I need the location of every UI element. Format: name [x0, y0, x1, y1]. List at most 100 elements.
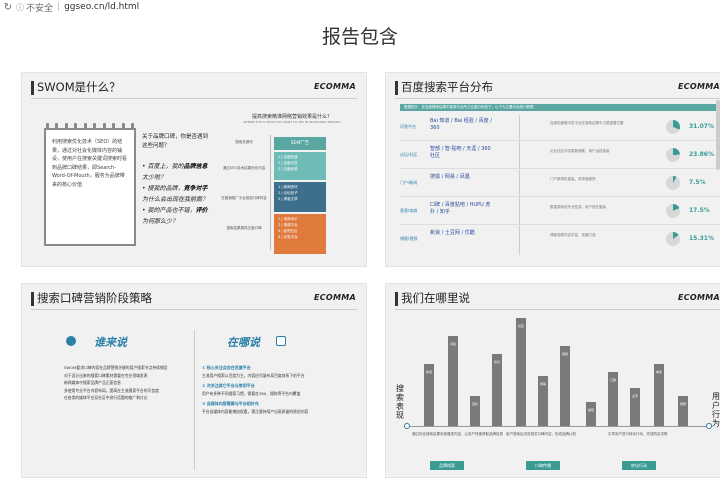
- diagram-header: SEM广告: [274, 137, 326, 150]
- question-text: 关于品牌口碑，你是否遇到这些问题？: [142, 134, 209, 149]
- where-list: ① 核心关注点应在百度平台 主流用户搜索以百度为主，内容应尽量布局百度体系下的平…: [202, 364, 322, 415]
- row-brands: Bai 知道 / Bai 经验 / 百度 / 360: [430, 118, 492, 131]
- row-percent: 31.07%: [689, 123, 714, 130]
- where-point-body: 用户有多种不同搜索习惯，需要在360、搜狗等平台内覆盖: [202, 390, 301, 396]
- stage-button[interactable]: 转化行动: [622, 461, 656, 470]
- brand-logo: ECOMMA: [313, 82, 356, 91]
- diagram-block: 1 | 新闻资讯 2 | 论坛帖子 3 | 博客文章: [274, 182, 326, 212]
- header-bar: [395, 292, 398, 306]
- pie-icon: [666, 120, 680, 134]
- row-percent: 17.5%: [689, 207, 710, 214]
- insecure-label[interactable]: 不安全: [26, 1, 53, 14]
- right-axis-label: 用户行为: [712, 392, 720, 428]
- diagram-label: 搜索结果展现正面口碑: [226, 226, 262, 230]
- intro-banner: 根据统计，在百度搜索结果中各类平台所占比重分布如下，以下为主要平台统计数据: [400, 104, 720, 111]
- slide-header: 搜索口碑营销阶段策略 ECOMMA: [22, 284, 366, 312]
- platform-row: 论坛/社区 智部 / 智·贴吧 / 天涯 / 360社区 论坛社区内容更新频繁，…: [400, 143, 720, 169]
- stage-button[interactable]: 品牌搜索: [430, 461, 464, 470]
- brand-logo: ECOMMA: [677, 82, 720, 91]
- pie-icon: [666, 176, 680, 190]
- row-label: 问答平台: [400, 124, 416, 129]
- header-bar: [31, 292, 34, 306]
- row-label: 博客/视频: [400, 236, 418, 241]
- brand-logo: ECOMMA: [313, 293, 356, 302]
- row-desc: 门户新闻权重高，收录速度快: [550, 177, 596, 181]
- bar: 电商: [654, 364, 664, 426]
- bar: 新闻: [424, 364, 434, 426]
- who-line: 在各类的媒体平台及社区中进行话题的推广和讨论: [64, 395, 148, 400]
- who-heading: 谁来说: [94, 336, 127, 349]
- row-percent: 7.5%: [689, 179, 706, 186]
- pie-icon: [666, 148, 680, 162]
- slide-header: 我们在哪里说 ECOMMA: [386, 284, 720, 312]
- diagram-banner: 提高搜索精准网络营销效果是什么？: [251, 114, 332, 120]
- bar: 问答: [448, 336, 458, 426]
- diagram-block: 1 | 电商评价 2 | 视频平台 3 | 贴吧社区 4 | 问答平台: [274, 214, 326, 254]
- row-desc: 垂直类网站专业性强，用户信任度高: [550, 205, 606, 209]
- where-point-head: ③ 自媒体内容需要与平台相补充: [202, 401, 259, 406]
- chart-axis: [408, 426, 708, 427]
- slide-title: 我们在哪里说: [401, 291, 470, 305]
- reload-icon[interactable]: ↻: [2, 2, 14, 13]
- row-brands: 新浪 / 土豆网 / 优酷: [430, 230, 475, 236]
- row-divider: [400, 196, 720, 197]
- header-bar: [395, 81, 398, 95]
- row-label: 垂直/电商: [400, 208, 418, 213]
- row-brands: 口碑 / 百度贴吧 / HUPU 虎扑 / 知乎: [430, 202, 491, 215]
- bar: 口碑: [608, 372, 618, 426]
- stage-button[interactable]: 口碑传播: [526, 461, 560, 470]
- chart-note: 引导用户进行转化行动，完成购买决策: [608, 432, 668, 436]
- slide-title: 百度搜索平台分布: [401, 80, 493, 94]
- row-divider: [400, 168, 720, 169]
- where-heading: 在哪说: [227, 336, 260, 349]
- page-scrollbar[interactable]: [716, 100, 720, 170]
- row-divider: [400, 140, 720, 141]
- who-line: 多使用专业平台内容布局，提高在主流搜索平台的可信度: [64, 387, 159, 393]
- slide-title: 搜索口碑营销阶段策略: [37, 291, 152, 305]
- diagram-label: 通过SEO技术结果优化内容: [222, 166, 266, 170]
- bar: 贴吧: [586, 402, 596, 426]
- row-brands: 搜狐 / 网易 / 凤凰: [430, 174, 470, 180]
- header-rule: [395, 309, 720, 310]
- row-desc: 论坛社区内容更新频繁，用户活跃度高: [550, 149, 610, 153]
- url-text[interactable]: ggseo.cn/ld.html: [64, 2, 139, 12]
- slide-strategy[interactable]: 搜索口碑营销阶段策略 ECOMMA 谁来说 在哪说 SWOM要求口碑内容在品牌营…: [21, 283, 367, 478]
- chart-note: 通过优化搜索结果页面展现内容，让用户快速获取品牌信息: [412, 432, 503, 436]
- slide-header: 百度搜索平台分布 ECOMMA: [386, 73, 720, 101]
- column-divider: [194, 330, 195, 470]
- bar: 论坛: [492, 354, 502, 426]
- brand-logo: ECOMMA: [677, 293, 720, 302]
- slide-baidu-platforms[interactable]: 百度搜索平台分布 ECOMMA 根据统计，在百度搜索结果中各类平台所占比重分布如…: [385, 72, 720, 267]
- slide-where-to-say[interactable]: 我们在哪里说 ECOMMA 搜索表现 用户行为 新闻 问答 百科 论坛 社区 博…: [385, 283, 720, 478]
- row-brands: 智部 / 智·贴吧 / 天涯 / 360社区: [430, 146, 491, 159]
- header-bar: [31, 81, 34, 95]
- diagram-line: [270, 135, 271, 250]
- platform-row: 问答平台 Bai 知道 / Bai 经验 / 百度 / 360 百度知道等问答平…: [400, 115, 720, 141]
- platform-row: 博客/视频 新浪 / 土豆网 / 优酷 博客视频内容丰富，传播力强 15.31%: [400, 227, 720, 253]
- slide-swom[interactable]: SWOM是什么？ ECOMMA 利用搜索优化技术（SEO）的结果，通过对社会化媒…: [21, 72, 367, 267]
- address-bar: ↻ ⓘ 不安全 | ggseo.cn/ld.html: [0, 0, 720, 14]
- notepad-text: 利用搜索优化技术（SEO）的结果，通过对社会化媒体内容的铺设，使用户在搜索关键词…: [44, 128, 136, 246]
- slide-title: SWOM是什么？: [37, 80, 121, 94]
- bar: 视频: [560, 346, 570, 426]
- who-line: 新闻媒体中搜索品牌产品正面信息: [64, 380, 121, 385]
- left-axis-label: 搜索表现: [396, 384, 404, 420]
- pie-icon: [666, 232, 680, 246]
- question-list: • 百度上，我的品牌信息太少啦？ • 搜我的品牌，竞争对手为什么会出现在我前面？…: [142, 163, 209, 225]
- bar: 社区: [516, 318, 526, 426]
- row-desc: 百度知道等问答平台在搜索结果中占据重要位置: [550, 121, 624, 125]
- axis-dot: [706, 423, 712, 429]
- where-point-body: 平台自媒体内容能增加权重，需注意持续产出高质量的原创内容: [202, 408, 309, 414]
- where-point-head: ② 次关注其它平台与常用平台: [202, 383, 255, 388]
- slide-header: SWOM是什么？ ECOMMA: [22, 73, 366, 101]
- people-icon: [66, 336, 76, 346]
- header-rule: [31, 309, 357, 310]
- row-percent: 23.86%: [689, 151, 714, 158]
- pie-icon: [666, 204, 680, 218]
- warning-icon[interactable]: ⓘ: [14, 2, 26, 13]
- diagram-block: 1 | 百度知道 2 | 百度问答 3 | 百度经验: [274, 152, 326, 180]
- diagram-label: 在营销推广平台投放口碑内容: [221, 196, 267, 200]
- row-label: 门户/新闻: [400, 180, 418, 185]
- bar: 点评: [630, 388, 640, 426]
- bar: 博客: [538, 376, 548, 426]
